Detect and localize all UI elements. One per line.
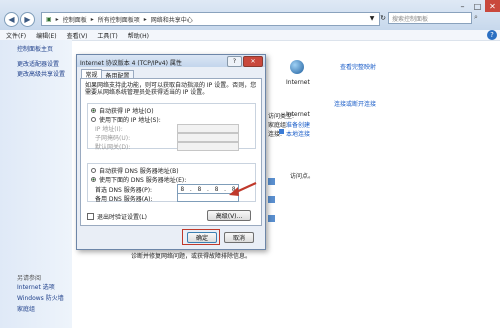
local-connection-icon bbox=[279, 129, 284, 134]
address-dropdown-icon[interactable]: ▼ bbox=[366, 12, 378, 24]
help-icon[interactable]: ? bbox=[487, 30, 497, 40]
homegroup-link[interactable]: 家庭组 bbox=[17, 305, 35, 315]
control-panel-home-link[interactable]: 控制面板主页 bbox=[17, 45, 72, 55]
validate-settings-checkbox[interactable] bbox=[87, 213, 94, 220]
explorer-titlebar: ◀ ▶ ▣ ▸ 控制面板 ▸ 所有控制面板项 ▸ 网络和共享中心 ▼ ↻ 搜索控… bbox=[0, 0, 500, 31]
dns-octet-2: 8 bbox=[197, 185, 202, 193]
validate-settings-label: 退出时验证设置(L) bbox=[97, 214, 148, 221]
annotation-arrow-icon bbox=[229, 181, 257, 196]
minimize-button[interactable]: – bbox=[455, 0, 470, 12]
manual-dns-radio[interactable] bbox=[91, 177, 96, 182]
menu-tools[interactable]: 工具(T) bbox=[97, 31, 117, 40]
troubleshoot-description: 诊断并修复网络问题，或获得故障排除信息。 bbox=[131, 253, 252, 260]
menu-help[interactable]: 帮助(H) bbox=[128, 31, 149, 40]
dialog-general-panel: 如果网络支持此功能，则可以获取自动指派的 IP 设置。否则，您需要从网络系统管理… bbox=[80, 78, 262, 226]
menu-file[interactable]: 文件(F) bbox=[6, 31, 26, 40]
breadcrumb-separator: ▸ bbox=[90, 15, 94, 23]
breadcrumb-all-items[interactable]: 所有控制面板项 bbox=[98, 15, 140, 24]
change-adapter-settings-link[interactable]: 更改适配器设置 bbox=[17, 60, 72, 70]
view-full-map-link[interactable]: 查看完整映射 bbox=[340, 62, 376, 71]
auto-ip-option[interactable]: 自动获得 IP 地址(O) bbox=[91, 106, 154, 115]
ok-button[interactable]: 确定 bbox=[187, 232, 217, 243]
internet-globe-icon bbox=[290, 60, 304, 74]
auto-ip-radio[interactable] bbox=[91, 108, 96, 113]
breadcrumb-network-center[interactable]: 网络和共享中心 bbox=[151, 15, 193, 24]
dialog-titlebar[interactable]: Internet 协议版本 4 (TCP/IPv4) 属性 ? ✕ bbox=[77, 55, 265, 67]
preferred-dns-label: 首选 DNS 服务器(P): bbox=[95, 187, 153, 194]
annotation-arrow-head bbox=[229, 187, 239, 196]
auto-dns-option[interactable]: 自动获得 DNS 服务器地址(B) bbox=[91, 166, 179, 175]
ipv4-properties-dialog: Internet 协议版本 4 (TCP/IPv4) 属性 ? ✕ 常规 备用配… bbox=[76, 54, 266, 250]
internet-options-link[interactable]: Internet 选项 bbox=[17, 283, 55, 293]
address-bar[interactable]: ▣ ▸ 控制面板 ▸ 所有控制面板项 ▸ 网络和共享中心 bbox=[41, 12, 380, 26]
access-point-text: 访问点。 bbox=[290, 173, 315, 180]
refresh-icon[interactable]: ↻ bbox=[378, 12, 388, 24]
network-folder-icon: ▣ bbox=[46, 15, 52, 23]
search-input[interactable]: 搜索控制面板 bbox=[388, 12, 472, 24]
dns-dot: . bbox=[206, 185, 210, 193]
homegroup-options-icon bbox=[268, 215, 275, 222]
manual-ip-radio[interactable] bbox=[91, 117, 96, 122]
gateway-label: 默认网关(D): bbox=[95, 144, 131, 151]
search-icon[interactable]: ⌕ bbox=[474, 13, 484, 23]
network-setup-icon bbox=[268, 178, 275, 185]
advanced-button[interactable]: 高级(V)... bbox=[207, 210, 251, 221]
auto-dns-label: 自动获得 DNS 服务器地址(B) bbox=[99, 168, 179, 175]
homegroup-status-link[interactable]: 准备创建 bbox=[286, 120, 310, 129]
forward-button[interactable]: ▶ bbox=[20, 12, 35, 27]
alternate-dns-label: 备用 DNS 服务器(A): bbox=[95, 196, 153, 203]
windows-firewall-link[interactable]: Windows 防火墙 bbox=[17, 294, 64, 304]
left-navigation-pane: 控制面板主页 更改适配器设置 更改高级共享设置 另请参阅 Internet 选项… bbox=[0, 40, 72, 328]
breadcrumb-control-panel[interactable]: 控制面板 bbox=[63, 15, 87, 24]
menu-bar: 文件(F) 编辑(E) 查看(V) 工具(T) 帮助(H) ? bbox=[0, 30, 500, 41]
connect-network-icon bbox=[268, 196, 275, 203]
dns-octet-1: 8 bbox=[180, 185, 185, 193]
ip-address-label: IP 地址(I): bbox=[95, 126, 123, 133]
dialog-description: 如果网络支持此功能，则可以获取自动指派的 IP 设置。否则，您需要从网络系统管理… bbox=[85, 82, 257, 96]
manual-ip-option[interactable]: 使用下面的 IP 地址(S): bbox=[91, 115, 161, 124]
manual-dns-label: 使用下面的 DNS 服务器地址(E): bbox=[99, 177, 187, 184]
dns-dot: . bbox=[189, 185, 193, 193]
close-window-button[interactable]: ✕ bbox=[485, 0, 500, 12]
dialog-close-button[interactable]: ✕ bbox=[243, 56, 263, 67]
validate-settings-option[interactable]: 退出时验证设置(L) bbox=[87, 212, 147, 221]
cancel-button[interactable]: 取消 bbox=[224, 232, 254, 243]
connect-disconnect-link[interactable]: 连接或断开连接 bbox=[334, 99, 376, 108]
subnet-mask-field[interactable] bbox=[177, 133, 239, 142]
manual-dns-option[interactable]: 使用下面的 DNS 服务器地址(E): bbox=[91, 175, 186, 184]
default-gateway-field[interactable] bbox=[177, 142, 239, 151]
back-button[interactable]: ◀ bbox=[4, 12, 19, 27]
local-connection-link[interactable]: 本地连接 bbox=[286, 129, 310, 138]
auto-dns-radio[interactable] bbox=[91, 168, 96, 173]
subnet-label: 子网掩码(U): bbox=[95, 135, 131, 142]
access-type-value: Internet bbox=[286, 111, 310, 118]
menu-view[interactable]: 查看(V) bbox=[67, 31, 88, 40]
internet-node-label: Internet bbox=[286, 79, 310, 86]
auto-ip-label: 自动获得 IP 地址(O) bbox=[99, 108, 154, 115]
dialog-help-button[interactable]: ? bbox=[227, 56, 242, 67]
see-also-title: 另请参阅 bbox=[17, 275, 42, 282]
dialog-title: Internet 协议版本 4 (TCP/IPv4) 属性 bbox=[80, 60, 182, 67]
dns-octet-3: 8 bbox=[214, 185, 219, 193]
menu-edit[interactable]: 编辑(E) bbox=[36, 31, 56, 40]
ip-address-field[interactable] bbox=[177, 124, 239, 133]
breadcrumb-separator: ▸ bbox=[55, 15, 59, 23]
maximize-button[interactable]: □ bbox=[470, 0, 485, 12]
breadcrumb-separator: ▸ bbox=[143, 15, 147, 23]
change-advanced-sharing-link[interactable]: 更改高级共享设置 bbox=[17, 70, 72, 80]
manual-ip-label: 使用下面的 IP 地址(S): bbox=[99, 117, 161, 124]
